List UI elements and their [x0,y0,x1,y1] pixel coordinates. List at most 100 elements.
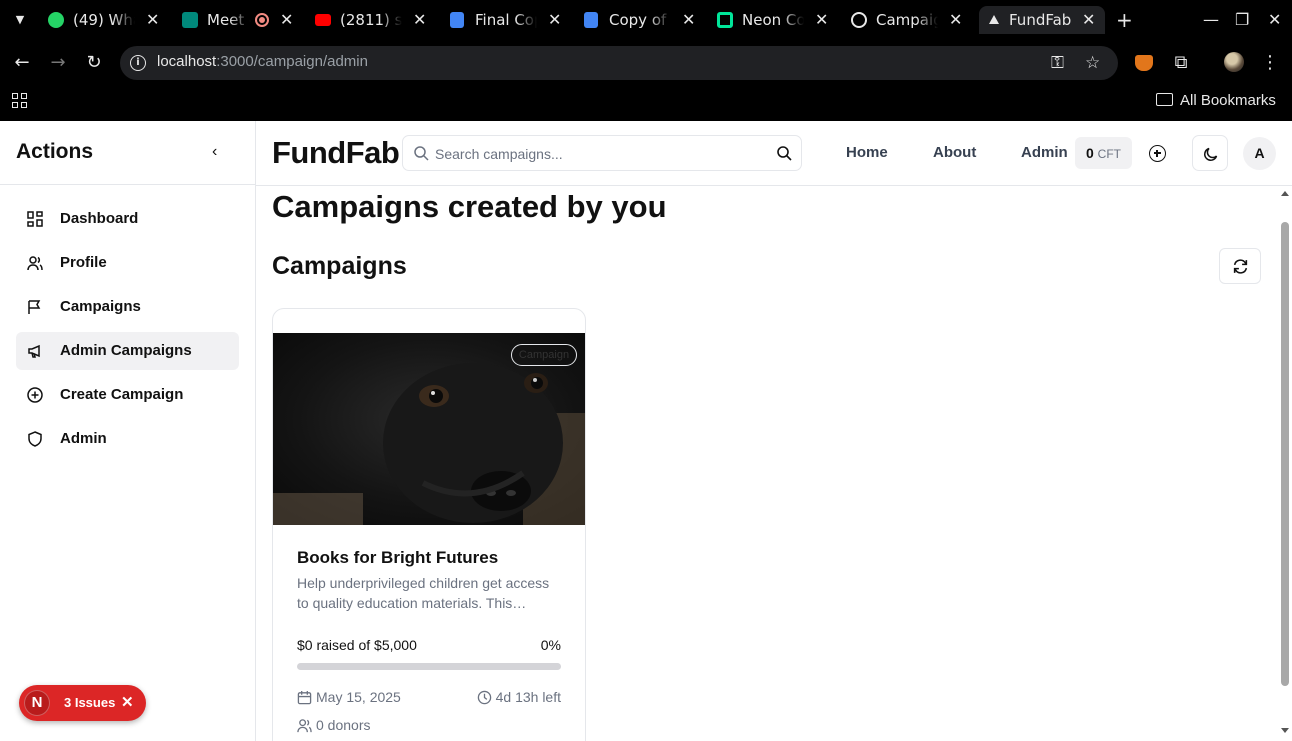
scroll-up-arrow-icon[interactable] [1281,191,1289,196]
refresh-icon [1233,259,1248,274]
scroll-thumb[interactable] [1281,222,1289,686]
search-input[interactable] [435,143,765,165]
sidebar-item-campaigns[interactable]: Campaigns [16,288,239,326]
address-bar[interactable]: i localhost:3000/campaign/admin ⚿ ☆ [120,46,1118,80]
tab-youtube[interactable]: (2811) sa ✕ [315,6,427,34]
sidebar-item-label: Profile [60,254,107,271]
token-amount: 0 [1085,145,1094,161]
meet-icon [182,12,198,28]
url-host: localhost [157,53,217,70]
nav-admin-link[interactable]: Admin [1021,144,1068,161]
campaign-time-left: 4d 13h left [477,689,561,705]
campaign-percent: 0% [540,637,561,653]
tab-neon[interactable]: Neon Cor ✕ [717,6,829,34]
tab-search-icon[interactable]: ▼ [11,11,29,29]
refresh-button[interactable] [1219,248,1261,284]
all-bookmarks-button[interactable]: All Bookmarks [1156,92,1276,109]
create-campaign-icon[interactable] [1149,145,1166,162]
collapse-sidebar-icon[interactable]: ‹ [212,143,217,161]
bookmark-star-icon[interactable]: ☆ [1085,53,1100,73]
campaign-donors-text: 0 donors [316,717,371,733]
moon-icon [1204,147,1218,161]
site-info-icon[interactable]: i [130,55,146,71]
openai-icon [851,12,867,28]
dashboard-icon [27,211,43,227]
nextjs-logo-icon: N [24,690,50,716]
sidebar-title: Actions [16,140,94,163]
flag-icon [28,300,41,314]
neon-icon [717,12,733,28]
token-balance: 0 CFT [1075,137,1132,169]
campaign-card[interactable]: Campaign Books for Bright Futures Help u… [272,308,586,741]
campaign-progress-bar [297,663,561,670]
tab-close-icon[interactable]: ✕ [146,6,159,34]
all-bookmarks-label: All Bookmarks [1180,92,1276,109]
minimize-icon[interactable]: — [1203,10,1219,29]
sidebar-item-dashboard[interactable]: Dashboard [16,200,239,238]
search-box [402,135,802,171]
sidebar-item-admin-campaigns[interactable]: Admin Campaigns [16,332,239,370]
sidebar-item-profile[interactable]: Profile [16,244,239,282]
campaign-donors: 0 donors [297,717,370,733]
scroll-down-arrow-icon[interactable] [1281,728,1289,733]
search-submit-icon[interactable] [776,145,792,161]
apps-grid-icon[interactable] [12,93,28,109]
restore-icon[interactable]: ❐ [1235,10,1249,29]
dev-issues-badge[interactable]: N 3 Issues ✕ [19,685,146,721]
tab-close-icon[interactable]: ✕ [815,6,828,34]
page-title: Campaigns created by you [272,189,667,224]
campaign-date-text: May 15, 2025 [316,689,401,705]
youtube-icon [315,14,331,26]
sidebar-item-label: Admin [60,430,107,447]
reload-icon[interactable]: ↻ [83,52,105,74]
url-path: :3000/campaign/admin [216,53,368,70]
campaign-date: May 15, 2025 [297,689,401,705]
new-tab-icon[interactable]: + [1116,8,1133,32]
tab-meet[interactable]: Meet - ✕ [182,6,294,34]
page-scrollbar[interactable] [1278,186,1292,741]
tab-close-icon[interactable]: ✕ [280,6,293,34]
sidebar-item-label: Create Campaign [60,386,184,403]
campaign-raised: $0 raised of $5,000 [297,637,417,653]
forward-icon[interactable]: → [47,52,69,74]
tab-close-icon[interactable]: ✕ [413,6,426,34]
brand-logo[interactable]: FundFab [272,135,400,171]
tab-close-icon[interactable]: ✕ [682,6,695,34]
nav-about-link[interactable]: About [933,144,976,161]
metamask-icon[interactable] [1135,55,1153,71]
browser-tab-bar: ▼ (49) What ✕ Meet - ✕ (2811) sa ✕ Final… [0,0,1292,40]
tab-campaign[interactable]: Campaig ✕ [851,6,963,34]
tab-docs-copy[interactable]: Copy of 4 ✕ [584,6,696,34]
megaphone-icon [28,344,40,358]
sidebar-header: Actions ‹ [0,121,255,185]
tab-whatsapp[interactable]: (49) What ✕ [48,6,160,34]
nav-home-link[interactable]: Home [846,144,888,161]
tab-docs-final[interactable]: Final Cop ✕ [450,6,562,34]
sidebar: Actions ‹ Dashboard Profile Campaigns Ad… [0,121,256,741]
campaign-image: Campaign [273,333,585,525]
recording-icon [255,13,269,27]
campaign-title[interactable]: Books for Bright Futures [297,548,498,568]
issues-count[interactable]: 3 Issues [64,695,115,710]
tab-close-icon[interactable]: ✕ [1082,6,1095,34]
window-close-icon[interactable]: ✕ [1268,10,1281,29]
campaign-time-left-text: 4d 13h left [495,689,561,705]
user-avatar[interactable]: A [1243,137,1276,170]
tab-fundfab[interactable]: FundFab ✕ [979,6,1105,34]
sidebar-item-admin[interactable]: Admin [16,420,239,458]
sidebar-item-create-campaign[interactable]: Create Campaign [16,376,239,414]
shield-icon [28,431,42,447]
tab-close-icon[interactable]: ✕ [548,6,561,34]
bookmarks-bar [0,86,1292,121]
profile-avatar-icon[interactable] [1224,52,1244,72]
search-icon [414,146,429,161]
password-key-icon[interactable]: ⚿ [1051,53,1064,73]
browser-toolbar: ← → ↻ i localhost:3000/campaign/admin ⚿ … [0,40,1292,86]
back-icon[interactable]: ← [11,52,33,74]
calendar-icon [297,690,312,705]
theme-toggle-button[interactable] [1192,135,1228,171]
browser-menu-icon[interactable]: ⋮ [1259,52,1281,74]
tab-close-icon[interactable]: ✕ [949,6,962,34]
extensions-icon[interactable]: ⧉ [1170,52,1192,74]
dismiss-issues-icon[interactable]: ✕ [121,693,134,711]
